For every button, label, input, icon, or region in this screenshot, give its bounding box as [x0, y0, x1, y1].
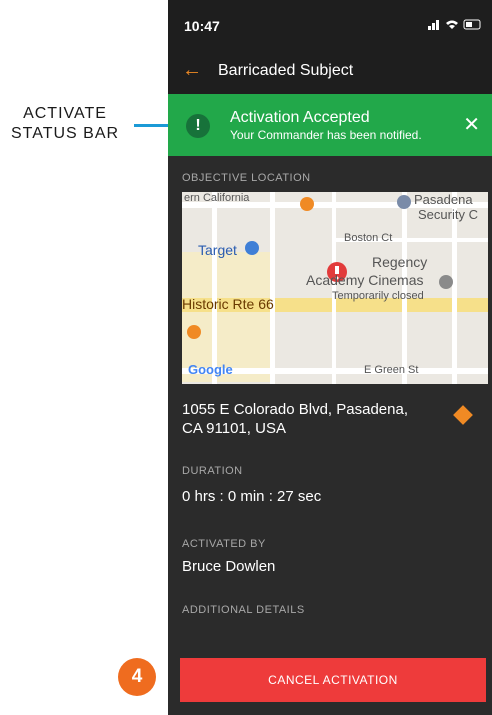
map-label-boston: Boston Ct: [344, 232, 393, 244]
activated-by-value: Bruce Dowlen: [182, 558, 276, 575]
ios-status-bar: 10:47: [168, 0, 492, 50]
duration-label: DURATION: [182, 465, 243, 477]
google-logo: Google: [188, 362, 233, 377]
close-icon[interactable]: ✕: [463, 112, 480, 137]
map-label-historic: Historic Rte 66: [182, 296, 274, 312]
objective-location-label: OBJECTIVE LOCATION: [182, 172, 311, 184]
system-status-icon: [428, 19, 481, 30]
step-number-badge: 4: [118, 658, 156, 696]
map-label-green-st: E Green St: [364, 364, 419, 376]
phone-screen: 10:47 ← Barricaded Subject ! Activation …: [168, 0, 492, 715]
additional-details-label: ADDITIONAL DETAILS: [182, 604, 305, 616]
signal-wifi-battery-icons: [428, 18, 484, 33]
activation-title: Activation Accepted: [230, 109, 370, 126]
map-label-california: ern California: [184, 192, 250, 204]
activation-subtitle: Your Commander has been notified.: [230, 128, 422, 142]
activation-status-bar: ! Activation Accepted Your Commander has…: [168, 94, 492, 156]
callout-line2: STATUS BAR: [10, 125, 120, 142]
objective-address: 1055 E Colorado Blvd, Pasadena, CA 91101…: [182, 400, 442, 438]
activated-by-label: ACTIVATED BY: [182, 538, 266, 550]
map-label-regency: Regency: [372, 254, 428, 270]
callout-pointer-line: [134, 124, 168, 127]
address-line1: 1055 E Colorado Blvd, Pasadena,: [182, 401, 408, 418]
map-label-security: Security C: [418, 207, 478, 222]
map-label-temp-closed: Temporarily closed: [332, 290, 424, 302]
callout-line1: ACTIVATE: [23, 105, 107, 122]
arrow-left-icon[interactable]: ←: [182, 59, 202, 82]
objective-map[interactable]: ern California Pasadena Security C Targe…: [182, 192, 488, 384]
map-label-target: Target: [198, 242, 237, 258]
activate-status-bar-callout: ACTIVATE STATUS BAR: [0, 104, 130, 144]
status-time: 10:47: [184, 18, 220, 34]
cancel-activation-button[interactable]: CANCEL ACTIVATION: [180, 658, 486, 702]
duration-value: 0 hrs : 0 min : 27 sec: [182, 488, 322, 505]
map-label-academy: Academy Cinemas: [306, 272, 424, 288]
exclamation-icon: !: [186, 114, 210, 138]
page-title: Barricaded Subject: [218, 62, 354, 79]
app-header: ← Barricaded Subject: [168, 50, 492, 94]
map-label-pasadena: Pasadena: [414, 192, 473, 207]
directions-icon[interactable]: [453, 405, 473, 425]
address-line2: CA 91101, USA: [182, 420, 286, 437]
